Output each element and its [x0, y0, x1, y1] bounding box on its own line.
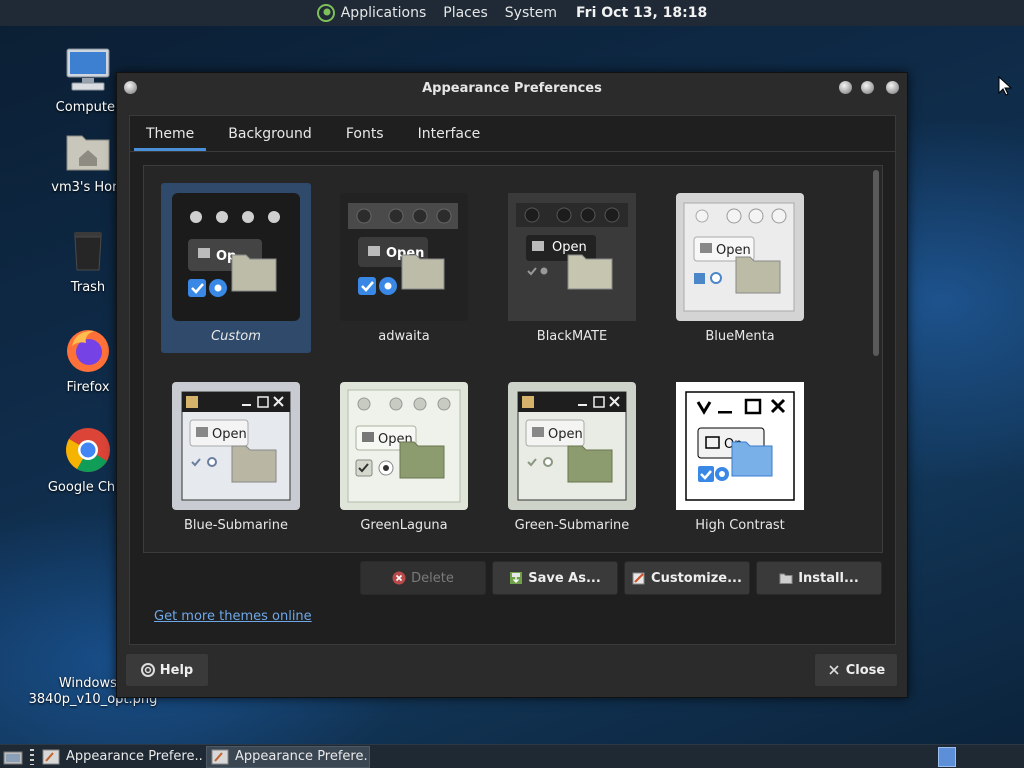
theme-name: BlackMATE	[536, 329, 608, 344]
delete-icon	[392, 571, 406, 585]
theme-list[interactable]: Op Custom Open adwaita Open BlackMATE Op…	[143, 165, 883, 553]
maximize-button[interactable]	[861, 81, 874, 94]
theme-name: Green-Submarine	[514, 518, 630, 533]
install-icon	[779, 573, 793, 584]
tab-background[interactable]: Background	[216, 116, 324, 151]
theme-preview-blue-submarine: Open	[172, 382, 300, 510]
help-icon	[140, 663, 155, 677]
computer-icon	[66, 48, 110, 91]
save-as-icon	[510, 572, 523, 584]
theme-item-green-submarine[interactable]: Open Green-Submarine	[497, 372, 647, 542]
mouse-pointer-icon	[998, 76, 1012, 96]
minimize-button[interactable]	[839, 81, 852, 94]
get-more-themes-link[interactable]: Get more themes online	[154, 609, 312, 624]
taskbar-window-label: Appearance Prefere...	[66, 749, 202, 764]
top-panel: Applications Places System Fri Oct 13, 1…	[0, 0, 1024, 26]
preferences-notebook: Theme Background Fonts Interface Op Cust…	[129, 115, 896, 645]
desktop-icon-label: Trash	[70, 280, 106, 295]
desktop-icon-label: vm3's Hom	[51, 180, 125, 195]
taskbar-window-button[interactable]: Appearance Prefere...	[38, 746, 202, 768]
theme-item-high-contrast[interactable]: Op High Contrast	[665, 372, 815, 542]
appearance-app-icon	[42, 749, 60, 764]
customize-label: Customize...	[651, 570, 742, 586]
theme-item-blackmate[interactable]: Open BlackMATE	[497, 183, 647, 353]
theme-name: High Contrast	[695, 518, 785, 533]
panel-menu-bar: Applications Places System Fri Oct 13, 1…	[316, 4, 707, 22]
theme-preview-greenlaguna: Open	[340, 382, 468, 510]
close-button[interactable]: Close	[814, 653, 898, 687]
tab-fonts[interactable]: Fonts	[334, 116, 396, 151]
delete-label: Delete	[411, 570, 454, 586]
help-button[interactable]: Help	[125, 653, 209, 687]
tab-interface[interactable]: Interface	[406, 116, 493, 151]
window-title: Appearance Preferences	[422, 80, 602, 96]
show-desktop-icon[interactable]	[3, 749, 23, 765]
window-menu-button[interactable]	[124, 81, 137, 94]
image-file-icon	[69, 626, 117, 670]
home-folder-icon	[66, 135, 110, 171]
theme-item-adwaita[interactable]: Open adwaita	[329, 183, 479, 353]
delete-button[interactable]: Delete	[360, 561, 486, 595]
taskbar-handle[interactable]	[30, 748, 34, 765]
theme-preview-open-label: Open	[552, 240, 587, 255]
install-label: Install...	[798, 570, 859, 586]
customize-icon	[632, 572, 645, 585]
install-button[interactable]: Install...	[756, 561, 882, 595]
close-label: Close	[845, 662, 886, 678]
close-icon	[829, 665, 839, 675]
appearance-app-icon	[211, 749, 229, 764]
close-window-button[interactable]	[886, 81, 899, 94]
theme-preview-high-contrast: Op	[676, 382, 804, 510]
theme-list-scrollbar[interactable]	[873, 170, 879, 356]
customize-button[interactable]: Customize...	[624, 561, 750, 595]
tab-bar: Theme Background Fonts Interface	[130, 116, 895, 152]
save-as-button[interactable]: Save As...	[492, 561, 618, 595]
theme-name: BlueMenta	[705, 329, 775, 344]
theme-preview-open-label: Open	[716, 243, 751, 258]
theme-action-buttons: Delete Save As... Customize... Install..…	[360, 561, 882, 595]
theme-item-blue-submarine[interactable]: Open Blue-Submarine	[161, 372, 311, 542]
mate-logo-icon	[316, 4, 335, 22]
workspace-switcher[interactable]	[938, 747, 956, 767]
window-titlebar[interactable]: Appearance Preferences	[117, 73, 907, 103]
tab-theme[interactable]: Theme	[134, 116, 207, 151]
taskbar-window-label: Appearance Prefere...	[235, 749, 370, 764]
trash-icon	[74, 232, 102, 271]
theme-item-bluementa[interactable]: Open BlueMenta	[665, 183, 815, 353]
theme-preview-open-label: Open	[212, 427, 247, 442]
theme-preview-green-submarine: Open	[508, 382, 636, 510]
places-menu[interactable]: Places	[443, 5, 488, 21]
help-label: Help	[159, 662, 194, 678]
places-label: Places	[443, 5, 488, 21]
chrome-icon	[66, 428, 110, 472]
theme-preview-blackmate: Open	[508, 193, 636, 321]
theme-item-custom[interactable]: Op Custom	[161, 183, 311, 353]
applications-label: Applications	[340, 5, 427, 21]
theme-name: Blue-Submarine	[183, 518, 289, 533]
theme-preview-custom: Op	[172, 193, 300, 321]
theme-preview-adwaita: Open	[340, 193, 468, 321]
bottom-taskbar: Appearance Prefere... Appearance Prefere…	[0, 744, 1024, 768]
theme-preview-bluementa: Open	[676, 193, 804, 321]
theme-name: Custom	[211, 329, 261, 344]
system-menu[interactable]: System	[505, 5, 557, 21]
taskbar-window-button-active[interactable]: Appearance Prefere...	[206, 745, 370, 768]
theme-grid: Op Custom Open adwaita Open BlackMATE Op…	[161, 183, 833, 542]
theme-item-greenlaguna[interactable]: Open GreenLaguna	[329, 372, 479, 542]
theme-name: GreenLaguna	[360, 518, 448, 533]
desktop-icon-label: Firefox	[66, 380, 110, 395]
firefox-icon	[67, 330, 109, 372]
theme-preview-open-label: Open	[548, 427, 583, 442]
save-as-label: Save As...	[528, 570, 601, 586]
appearance-preferences-window: Appearance Preferences Theme Background …	[116, 72, 908, 698]
theme-name: adwaita	[378, 329, 430, 344]
desktop-icon-label: Computer	[55, 100, 121, 115]
system-label: System	[504, 5, 557, 21]
clock[interactable]: Fri Oct 13, 18:18	[576, 5, 707, 21]
applications-menu[interactable]: Applications	[316, 4, 427, 22]
